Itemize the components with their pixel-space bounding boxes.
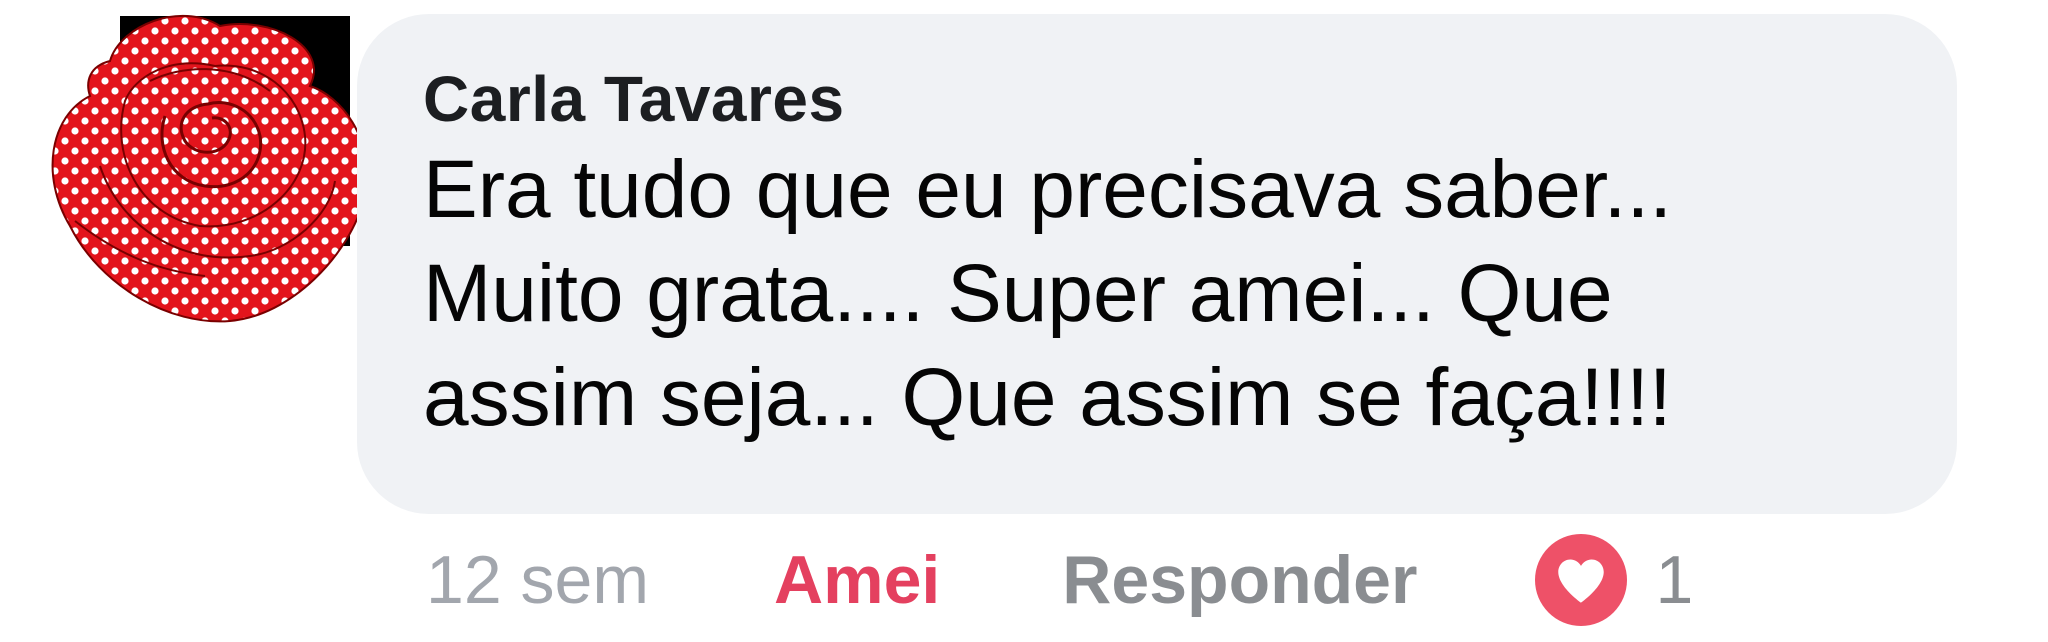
comment-text-line: Muito grata.... Super amei... Que bbox=[423, 248, 1613, 339]
comment-bubble: Carla Tavares Era tudo que eu precisava … bbox=[357, 14, 1957, 514]
reaction-summary[interactable]: 1 bbox=[1535, 534, 1693, 626]
comment: Carla Tavares Era tudo que eu precisava … bbox=[0, 0, 2048, 642]
rose-avatar-icon bbox=[51, 14, 368, 323]
reaction-count: 1 bbox=[1655, 542, 1694, 618]
love-reaction-button[interactable]: Amei bbox=[774, 541, 940, 619]
comment-text-line: Era tudo que eu precisava saber... bbox=[423, 144, 1673, 235]
comment-timestamp[interactable]: 12 sem bbox=[426, 541, 649, 619]
reply-button[interactable]: Responder bbox=[1062, 541, 1417, 619]
comment-text-line: assim seja... Que assim se faça!!!! bbox=[423, 352, 1672, 443]
heart-icon bbox=[1558, 559, 1605, 603]
avatar[interactable] bbox=[30, 6, 370, 340]
comment-actions: 12 sem Amei Responder 1 bbox=[426, 534, 1693, 626]
comment-author[interactable]: Carla Tavares bbox=[423, 60, 1897, 138]
heart-reaction-badge bbox=[1535, 534, 1628, 626]
